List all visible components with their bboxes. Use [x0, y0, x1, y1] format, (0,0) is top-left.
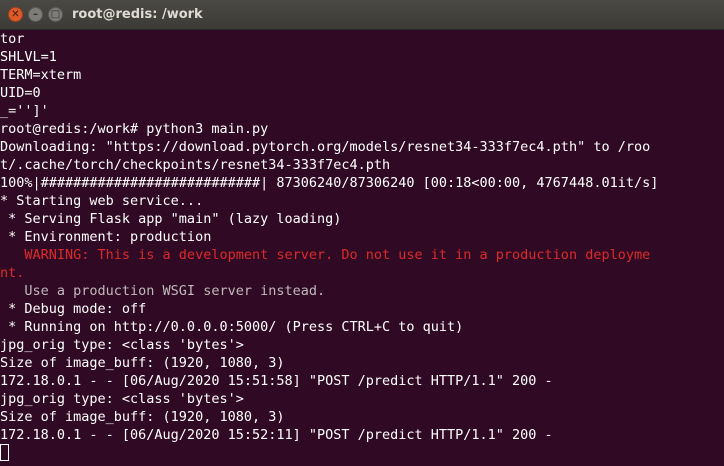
- download-progress-line: 100%|###########################| 873062…: [0, 175, 659, 191]
- command-prompt-line: root@redis:/work# python3 main.py: [0, 121, 269, 137]
- request-log-line: 172.18.0.1 - - [06/Aug/2020 15:52:11] "P…: [0, 427, 553, 443]
- terminal-output[interactable]: tor SHLVL=1 TERM=xterm UID=0 _='']' root…: [0, 30, 724, 466]
- terminal-line: * Environment: production: [0, 229, 212, 245]
- terminal-line: SHLVL=1: [0, 49, 57, 65]
- terminal-line: Size of image_buff: (1920, 1080, 3): [0, 409, 285, 425]
- close-icon[interactable]: ✕: [8, 7, 23, 22]
- terminal-line: Downloading: "https://download.pytorch.o…: [0, 139, 651, 155]
- terminal-window: ✕ – □ root@redis: /work tor SHLVL=1 TERM…: [0, 0, 724, 466]
- title-bar[interactable]: ✕ – □ root@redis: /work: [0, 0, 724, 30]
- terminal-line: UID=0: [0, 85, 41, 101]
- terminal-line: TERM=xterm: [0, 67, 82, 83]
- terminal-line: t/.cache/torch/checkpoints/resnet34-333f…: [0, 157, 391, 173]
- terminal-line: * Running on http://0.0.0.0:5000/ (Press…: [0, 319, 464, 335]
- terminal-line: tor: [0, 31, 25, 47]
- terminal-line: jpg_orig type: <class 'bytes'>: [0, 337, 244, 353]
- warning-line: nt.: [0, 265, 25, 281]
- terminal-line: _='']': [0, 103, 49, 119]
- terminal-line: * Starting web service...: [0, 193, 204, 209]
- terminal-line: jpg_orig type: <class 'bytes'>: [0, 391, 244, 407]
- window-title: root@redis: /work: [72, 7, 203, 22]
- minimize-icon[interactable]: –: [28, 7, 43, 22]
- terminal-line: Size of image_buff: (1920, 1080, 3): [0, 355, 285, 371]
- request-log-line: 172.18.0.1 - - [06/Aug/2020 15:51:58] "P…: [0, 373, 553, 389]
- terminal-line: * Debug mode: off: [0, 301, 147, 317]
- text-cursor: [0, 444, 9, 461]
- maximize-icon[interactable]: □: [48, 7, 63, 22]
- warning-line: WARNING: This is a development server. D…: [0, 247, 651, 263]
- terminal-line: Use a production WSGI server instead.: [0, 283, 326, 299]
- terminal-line: * Serving Flask app "main" (lazy loading…: [0, 211, 342, 227]
